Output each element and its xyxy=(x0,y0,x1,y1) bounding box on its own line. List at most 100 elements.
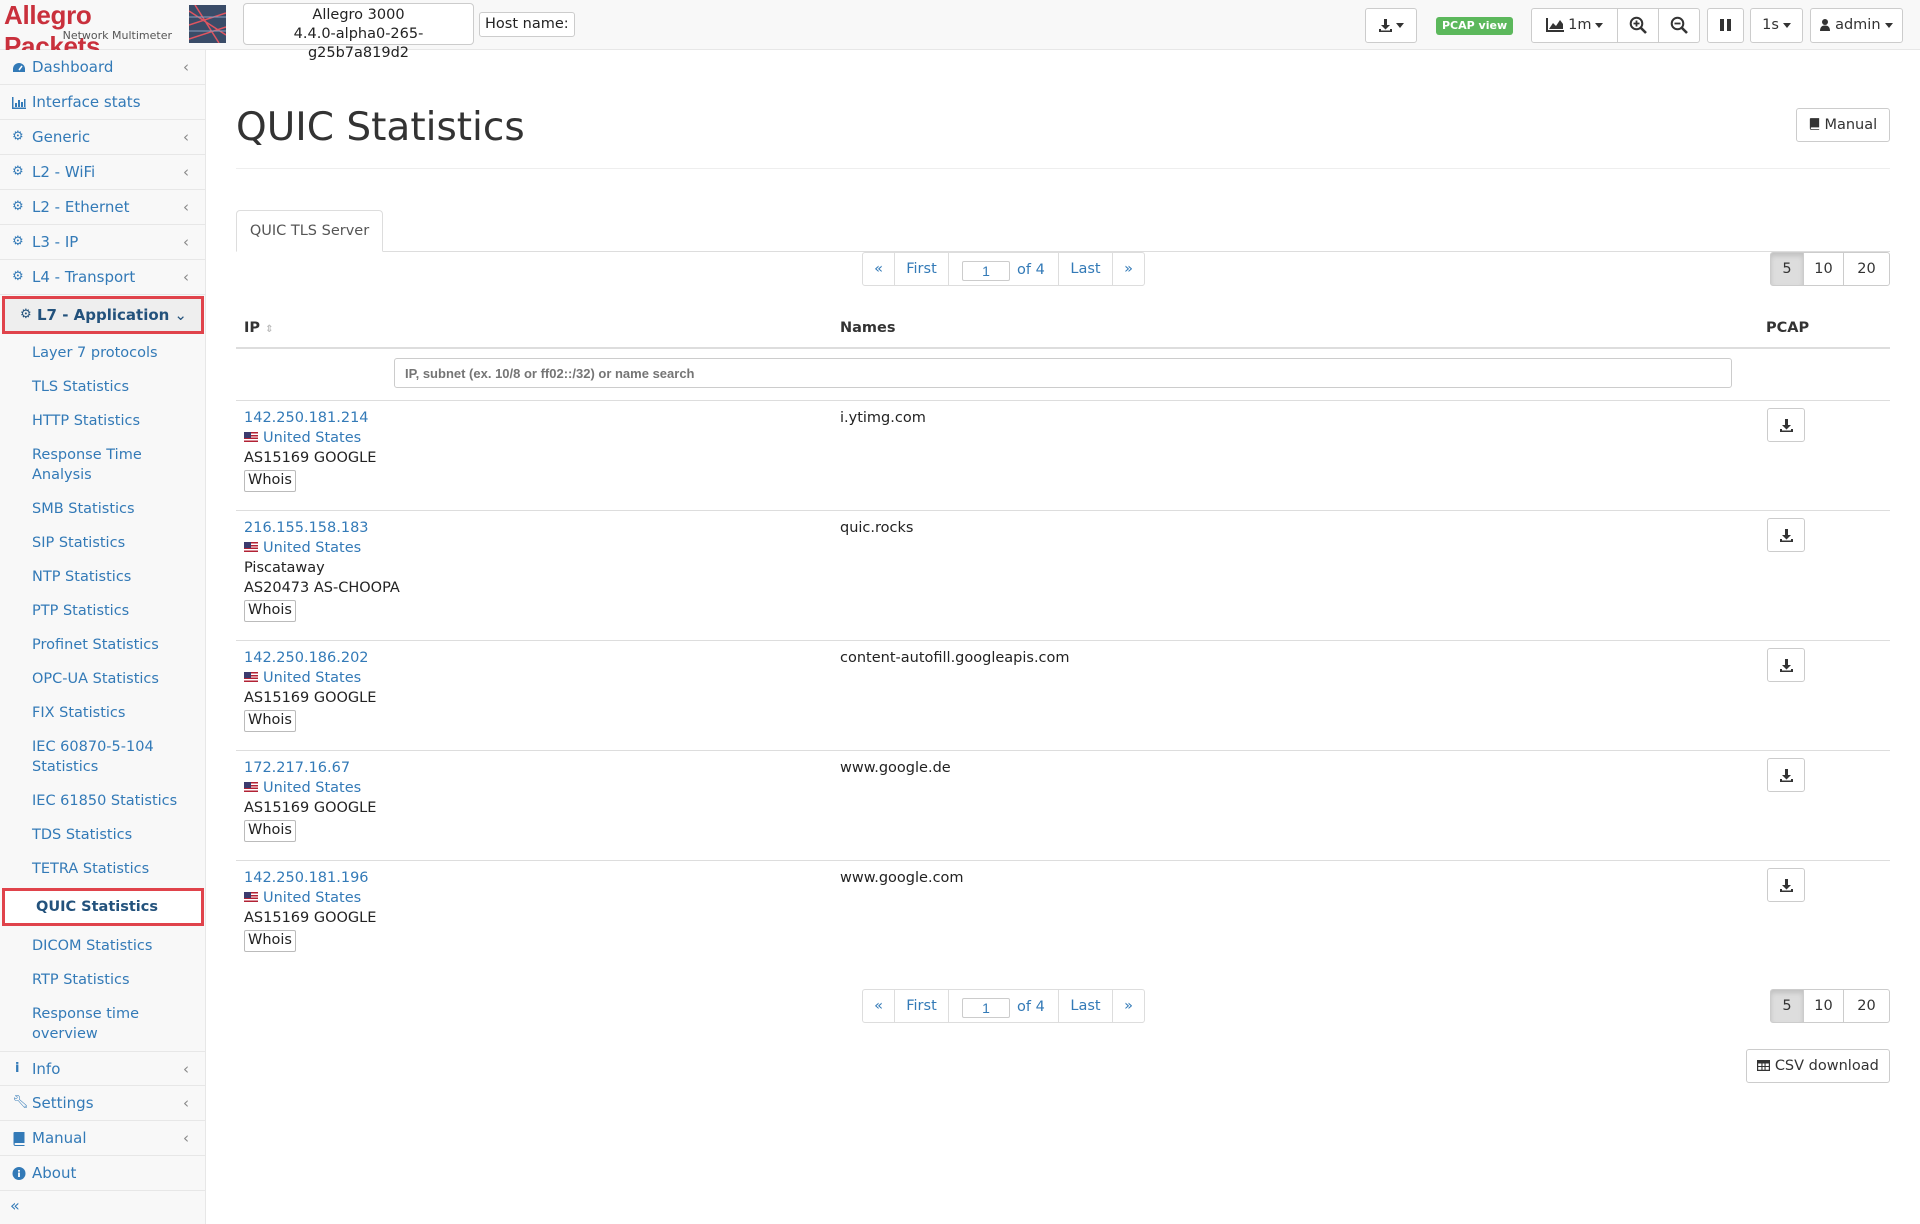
page-size-5-button[interactable]: 5 xyxy=(1770,989,1804,1023)
column-header-ip[interactable]: IP ⇕ xyxy=(244,320,273,336)
pcap-download-button[interactable] xyxy=(1767,408,1805,442)
manual-button[interactable]: Manual xyxy=(1796,108,1890,142)
manual-button-label: Manual xyxy=(1824,117,1878,133)
chevron-left-icon: ‹ xyxy=(183,163,189,181)
zoom-out-icon xyxy=(1670,16,1688,34)
submenu-item-fix-statistics[interactable]: FIX Statistics xyxy=(32,703,197,723)
sidebar-item-dashboard[interactable]: Dashboard ‹ xyxy=(0,50,205,85)
ip-address-link[interactable]: 142.250.181.214 xyxy=(244,408,376,428)
submenu-item-smb-statistics[interactable]: SMB Statistics xyxy=(32,499,197,519)
zoom-in-button[interactable] xyxy=(1617,8,1659,43)
tab-quic-tls-server[interactable]: QUIC TLS Server xyxy=(236,210,383,252)
user-menu-dropdown[interactable]: admin xyxy=(1810,8,1903,43)
pagination-next-button[interactable]: » xyxy=(1112,989,1145,1023)
sidebar-item-l7-application[interactable]: ⚙ L7 - Application ⌄ xyxy=(2,296,204,334)
page-size-20-button[interactable]: 20 xyxy=(1843,252,1890,286)
pagination-prev-button[interactable]: « xyxy=(862,252,895,286)
pagination-first-button[interactable]: First xyxy=(894,252,949,286)
sidebar-item-label: Settings xyxy=(32,1094,94,1112)
page-size-20-button[interactable]: 20 xyxy=(1843,989,1890,1023)
pagination-next-button[interactable]: » xyxy=(1112,252,1145,286)
refresh-interval-dropdown[interactable]: 1s xyxy=(1750,8,1803,43)
submenu-item-sip-statistics[interactable]: SIP Statistics xyxy=(32,533,197,553)
sort-icon: ⇕ xyxy=(265,324,274,335)
submenu-item-iec-60870-statistics[interactable]: IEC 60870-5-104 Statistics xyxy=(32,737,172,777)
sidebar-item-l2-ethernet[interactable]: ⚙ L2 - Ethernet ‹ xyxy=(0,190,205,225)
us-flag-icon xyxy=(244,432,258,442)
submenu-item-http-statistics[interactable]: HTTP Statistics xyxy=(32,411,197,431)
whois-button[interactable]: Whois xyxy=(244,930,296,952)
submenu-item-ptp-statistics[interactable]: PTP Statistics xyxy=(32,601,197,621)
pause-button[interactable] xyxy=(1707,8,1744,43)
sidebar-item-manual[interactable]: Manual ‹ xyxy=(0,1121,205,1156)
pagination-of-total: of 4 xyxy=(1017,262,1045,278)
whois-button[interactable]: Whois xyxy=(244,470,296,492)
submenu-item-dicom-statistics[interactable]: DICOM Statistics xyxy=(32,936,197,956)
table-icon xyxy=(1757,1059,1771,1071)
country-link[interactable]: United States xyxy=(263,890,361,906)
ip-address-link[interactable]: 216.155.158.183 xyxy=(244,518,400,538)
ip-address-link[interactable]: 142.250.186.202 xyxy=(244,648,376,668)
sidebar-item-about[interactable]: About xyxy=(0,1156,205,1191)
sidebar-item-label: Manual xyxy=(32,1129,87,1147)
sidebar-item-interface-stats[interactable]: Interface stats xyxy=(0,85,205,120)
user-name: admin xyxy=(1835,17,1881,33)
page-title: QUIC Statistics xyxy=(236,105,525,150)
pagination-page-input[interactable] xyxy=(962,998,1010,1018)
submenu-item-rtp-statistics[interactable]: RTP Statistics xyxy=(32,970,197,990)
pcap-download-button[interactable] xyxy=(1767,518,1805,552)
page-size-5-button[interactable]: 5 xyxy=(1770,252,1804,286)
submenu-item-profinet-statistics[interactable]: Profinet Statistics xyxy=(32,635,197,655)
submenu-item-quic-statistics[interactable]: QUIC Statistics xyxy=(2,888,204,926)
sidebar-item-l2-wifi[interactable]: ⚙ L2 - WiFi ‹ xyxy=(0,155,205,190)
search-input[interactable] xyxy=(394,358,1732,388)
names-cell: i.ytimg.com xyxy=(840,410,926,426)
brand-subtitle: Network Multimeter xyxy=(62,29,172,42)
csv-download-button[interactable]: CSV download xyxy=(1746,1049,1890,1083)
submenu-item-tds-statistics[interactable]: TDS Statistics xyxy=(32,825,197,845)
sidebar-item-label: L2 - Ethernet xyxy=(32,198,130,216)
submenu-item-tls-statistics[interactable]: TLS Statistics xyxy=(32,377,197,397)
pcap-download-button[interactable] xyxy=(1767,868,1805,902)
page-size-10-button[interactable]: 10 xyxy=(1803,989,1844,1023)
sidebar-item-label: Generic xyxy=(32,128,91,146)
sidebar-item-l3-ip[interactable]: ⚙ L3 - IP ‹ xyxy=(0,225,205,260)
download-dropdown-button[interactable] xyxy=(1365,8,1417,43)
sidebar-item-settings[interactable]: 🔧︎ Settings ‹ xyxy=(0,1086,205,1121)
submenu-item-opc-ua-statistics[interactable]: OPC-UA Statistics xyxy=(32,669,197,689)
submenu-item-response-time-overview[interactable]: Response time overview xyxy=(32,1004,162,1044)
pagination-prev-button[interactable]: « xyxy=(862,989,895,1023)
zoom-out-button[interactable] xyxy=(1658,8,1700,43)
ip-address-link[interactable]: 142.250.181.196 xyxy=(244,868,376,888)
pagination-page-input[interactable] xyxy=(962,261,1010,281)
country-link[interactable]: United States xyxy=(263,430,361,446)
sidebar-item-l4-transport[interactable]: ⚙ L4 - Transport ‹ xyxy=(0,260,205,295)
page-size-10-button[interactable]: 10 xyxy=(1803,252,1844,286)
pagination-last-button[interactable]: Last xyxy=(1058,989,1113,1023)
sidebar-collapse-button[interactable]: « xyxy=(10,1196,20,1215)
chevron-left-icon: ‹ xyxy=(183,233,189,251)
sidebar-item-generic[interactable]: ⚙ Generic ‹ xyxy=(0,120,205,155)
table-row: 142.250.181.196 United States AS15169 GO… xyxy=(244,868,376,952)
whois-button[interactable]: Whois xyxy=(244,600,296,622)
pagination-last-button[interactable]: Last xyxy=(1058,252,1113,286)
submenu-item-response-time-analysis[interactable]: Response Time Analysis xyxy=(32,445,162,485)
country-link[interactable]: United States xyxy=(263,780,361,796)
sidebar-item-info[interactable]: i Info ‹ xyxy=(0,1051,205,1086)
whois-button[interactable]: Whois xyxy=(244,820,296,842)
pcap-download-button[interactable] xyxy=(1767,758,1805,792)
country-link[interactable]: United States xyxy=(263,670,361,686)
submenu-item-ntp-statistics[interactable]: NTP Statistics xyxy=(32,567,197,587)
ip-address-link[interactable]: 172.217.16.67 xyxy=(244,758,376,778)
graph-range-dropdown[interactable]: 1m xyxy=(1531,8,1618,43)
area-chart-icon xyxy=(1545,18,1564,32)
row-divider xyxy=(236,860,1890,861)
pagination-first-button[interactable]: First xyxy=(894,989,949,1023)
brand-logo[interactable]: Allegro Packets Network Multimeter xyxy=(4,0,182,61)
submenu-item-layer7-protocols[interactable]: Layer 7 protocols xyxy=(32,343,197,363)
whois-button[interactable]: Whois xyxy=(244,710,296,732)
submenu-item-tetra-statistics[interactable]: TETRA Statistics xyxy=(32,859,197,879)
pcap-download-button[interactable] xyxy=(1767,648,1805,682)
country-link[interactable]: United States xyxy=(263,540,361,556)
submenu-item-iec-61850-statistics[interactable]: IEC 61850 Statistics xyxy=(32,791,197,811)
